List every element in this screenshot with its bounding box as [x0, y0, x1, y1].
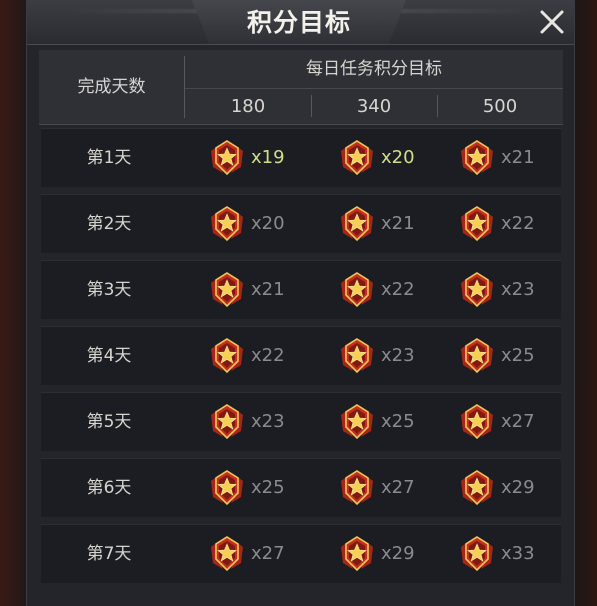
day-label: 第1天 [86, 148, 132, 168]
threshold-500: 500 [482, 96, 518, 117]
reward-cell[interactable]: x27 [311, 459, 437, 517]
panel-title: 积分目标 [246, 8, 351, 37]
medal-badge-icon [457, 139, 497, 177]
reward-cell[interactable]: x21 [431, 129, 557, 187]
reward-quantity: x21 [251, 279, 285, 300]
reward-quantity: x27 [381, 477, 415, 498]
reward-cell[interactable]: x29 [431, 459, 557, 517]
medal-badge-icon [337, 403, 377, 441]
reward-cell[interactable]: x22 [311, 261, 437, 319]
medal-badge-icon [207, 403, 247, 441]
close-icon [540, 10, 564, 34]
reward-cell[interactable]: x22 [431, 195, 557, 253]
score-goal-panel: 积分目标 完成天数 每日任务积分目标 180 340 500 第1天 x19 x20… [26, 0, 575, 606]
header-days-label: 完成天数 [77, 77, 146, 97]
medal-badge-icon [337, 205, 377, 243]
day-label: 第5天 [86, 412, 132, 432]
reward-quantity: x23 [501, 279, 535, 300]
reward-cell[interactable]: x23 [431, 261, 557, 319]
medal-badge-icon [457, 403, 497, 441]
reward-quantity: x20 [381, 147, 415, 168]
reward-cell[interactable]: x25 [181, 459, 307, 517]
reward-quantity: x19 [251, 147, 285, 168]
reward-cell[interactable]: x25 [311, 393, 437, 451]
medal-badge-icon [207, 139, 247, 177]
table-row: 第5天 x23 x25 x27 [41, 392, 561, 451]
reward-quantity: x25 [251, 477, 285, 498]
medal-badge-icon [457, 337, 497, 375]
table-row: 第3天 x21 x22 x23 [41, 260, 561, 319]
reward-cell[interactable]: x20 [311, 129, 437, 187]
threshold-340: 340 [356, 96, 392, 117]
table-row: 第6天 x25 x27 x29 [41, 458, 561, 517]
reward-cell[interactable]: x29 [311, 525, 437, 583]
reward-cell[interactable]: x23 [181, 393, 307, 451]
medal-badge-icon [207, 271, 247, 309]
medal-badge-icon [337, 271, 377, 309]
reward-quantity: x22 [251, 345, 285, 366]
reward-quantity: x23 [381, 345, 415, 366]
day-label: 第2天 [86, 214, 132, 234]
medal-badge-icon [457, 535, 497, 573]
day-label: 第4天 [86, 346, 132, 366]
reward-quantity: x21 [501, 147, 535, 168]
day-label: 第3天 [86, 280, 132, 300]
medal-badge-icon [457, 271, 497, 309]
medal-badge-icon [337, 337, 377, 375]
reward-quantity: x27 [501, 411, 535, 432]
medal-badge-icon [457, 205, 497, 243]
reward-cell[interactable]: x22 [181, 327, 307, 385]
reward-quantity: x27 [251, 543, 285, 564]
table-row: 第4天 x22 x23 x25 [41, 326, 561, 385]
reward-quantity: x23 [251, 411, 285, 432]
medal-badge-icon [207, 535, 247, 573]
reward-cell[interactable]: x21 [181, 261, 307, 319]
threshold-180: 180 [230, 96, 266, 117]
day-label: 第7天 [86, 544, 132, 564]
table-row: 第7天 x27 x29 x33 [41, 524, 561, 583]
reward-quantity: x22 [381, 279, 415, 300]
medal-badge-icon [207, 205, 247, 243]
reward-quantity: x29 [501, 477, 535, 498]
reward-cell[interactable]: x27 [431, 393, 557, 451]
close-button[interactable] [537, 7, 567, 37]
reward-cell[interactable]: x27 [181, 525, 307, 583]
reward-quantity: x20 [251, 213, 285, 234]
reward-cell[interactable]: x19 [181, 129, 307, 187]
reward-quantity: x22 [501, 213, 535, 234]
reward-cell[interactable]: x21 [311, 195, 437, 253]
reward-cell[interactable]: x23 [311, 327, 437, 385]
reward-cell[interactable]: x20 [181, 195, 307, 253]
reward-quantity: x33 [501, 543, 535, 564]
day-label: 第6天 [86, 478, 132, 498]
header-goal-label: 每日任务积分目标 [306, 59, 442, 79]
reward-cell[interactable]: x25 [431, 327, 557, 385]
reward-cell[interactable]: x33 [431, 525, 557, 583]
medal-badge-icon [207, 469, 247, 507]
medal-badge-icon [337, 469, 377, 507]
reward-quantity: x29 [381, 543, 415, 564]
medal-badge-icon [457, 469, 497, 507]
medal-badge-icon [207, 337, 247, 375]
medal-badge-icon [337, 535, 377, 573]
reward-quantity: x25 [501, 345, 535, 366]
reward-quantity: x21 [381, 213, 415, 234]
table-row: 第1天 x19 x20 x21 [41, 128, 561, 187]
title-bar: 积分目标 [27, 0, 574, 45]
table-row: 第2天 x20 x21 x22 [41, 194, 561, 253]
table-header: 完成天数 每日任务积分目标 180 340 500 [39, 50, 563, 125]
medal-badge-icon [337, 139, 377, 177]
reward-quantity: x25 [381, 411, 415, 432]
